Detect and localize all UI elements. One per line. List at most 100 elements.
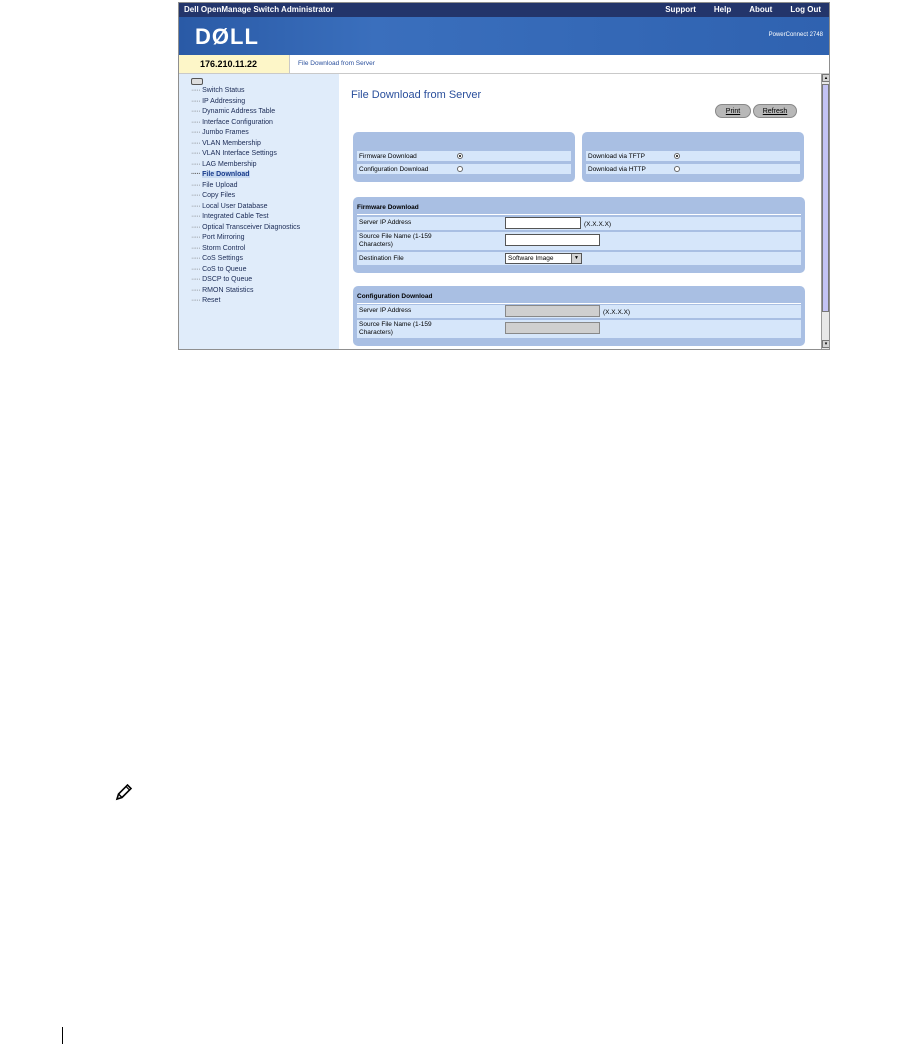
tree-connector: ····· xyxy=(191,297,201,304)
sidebar-item[interactable]: ····· Integrated Cable Test xyxy=(191,212,300,223)
sidebar-item[interactable]: ····· RMON Statistics xyxy=(191,286,300,297)
sidebar-item[interactable]: ····· Storm Control xyxy=(191,244,300,255)
destination-file-select[interactable]: Software Image ▼ xyxy=(505,253,582,264)
firmware-heading-rule xyxy=(357,214,801,215)
tree-connector: ····· xyxy=(191,286,201,294)
sidebar-item[interactable]: ····· CoS Settings xyxy=(191,254,300,265)
firmware-download-radio[interactable] xyxy=(457,153,463,159)
sidebar-item-label: Port Mirroring xyxy=(202,234,245,241)
brand-banner: DØLL PowerConnect 2748 xyxy=(179,17,829,55)
tree-connector: ····· xyxy=(191,97,201,105)
sidebar-item-label: LAG Membership xyxy=(202,160,257,168)
sidebar-item-label: Integrated Cable Test xyxy=(202,213,269,220)
sidebar-item[interactable]: ····· File Upload xyxy=(191,181,300,192)
sidebar-item-label: IP Addressing xyxy=(202,97,246,105)
page-margin-rule xyxy=(62,1027,63,1044)
sidebar-item[interactable]: ····· Local User Database xyxy=(191,202,300,213)
tree-connector: ····· xyxy=(191,202,201,210)
tree-connector: ····· xyxy=(191,129,201,136)
support-link[interactable]: Support xyxy=(665,5,696,14)
chevron-down-icon[interactable]: ▼ xyxy=(571,254,581,263)
sidebar-item-label: File Upload xyxy=(202,181,238,189)
sidebar-tree: ····· Switch Status ····· IP Addressing ··… xyxy=(179,74,339,349)
tree: ····· Switch Status ····· IP Addressing ··… xyxy=(191,78,300,307)
tree-root-icon[interactable] xyxy=(191,78,203,85)
help-link[interactable]: Help xyxy=(714,5,731,14)
firmware-server-ip-input[interactable] xyxy=(505,217,581,229)
tree-connector: ····· xyxy=(191,181,201,189)
sidebar-item-label: Jumbo Frames xyxy=(202,129,249,136)
top-links: Support Help About Log Out xyxy=(665,5,821,14)
sidebar-item[interactable]: ····· Port Mirroring xyxy=(191,233,300,244)
sidebar-item-label: DSCP to Queue xyxy=(202,276,253,283)
sidebar-item-label: Copy Files xyxy=(202,192,236,199)
sidebar-item[interactable]: ····· Copy Files xyxy=(191,191,300,202)
scroll-thumb-vertical[interactable] xyxy=(822,84,829,312)
tree-connector: ····· xyxy=(191,244,201,252)
tree-connector: ····· xyxy=(191,150,201,157)
sidebar-item[interactable]: ····· Interface Configuration xyxy=(191,118,300,129)
tree-connector: ····· xyxy=(191,160,201,168)
configuration-source-file-input xyxy=(505,322,600,334)
sidebar-item[interactable]: ····· Switch Status xyxy=(191,86,300,97)
print-button[interactable]: Print xyxy=(715,104,751,118)
destination-file-value: Software Image xyxy=(508,255,554,262)
breadcrumb: File Download from Server xyxy=(289,55,829,74)
sidebar-item-label: VLAN Membership xyxy=(202,139,261,147)
tree-connector: ····· xyxy=(191,255,201,262)
configuration-ip-hint: (X.X.X.X) xyxy=(603,309,631,316)
tree-connector: ····· xyxy=(191,223,201,231)
ip-address: 176.210.11.22 xyxy=(200,59,258,69)
configuration-download-panel: Configuration Download Server IP Address… xyxy=(353,286,805,346)
configuration-source-label-2: Characters) xyxy=(359,329,393,336)
app-window: Dell OpenManage Switch Administrator Sup… xyxy=(178,2,830,350)
sidebar-item[interactable]: ····· LAG Membership xyxy=(191,160,300,171)
sidebar-item[interactable]: ····· Reset xyxy=(191,296,300,307)
download-http-label: Download via HTTP xyxy=(588,166,646,173)
pencil-note-icon xyxy=(115,783,133,801)
firmware-ip-hint: (X.X.X.X) xyxy=(584,221,612,228)
sidebar-item-label: Reset xyxy=(202,297,221,304)
configuration-download-label: Configuration Download xyxy=(359,166,429,173)
firmware-download-label: Firmware Download xyxy=(359,153,417,160)
download-via-panel: Download via TFTP Download via HTTP xyxy=(582,132,804,182)
sidebar-item[interactable]: ····· Jumbo Frames xyxy=(191,128,300,139)
sidebar-item[interactable]: ····· VLAN Membership xyxy=(191,139,300,150)
scroll-down-icon[interactable]: ▾ xyxy=(822,340,829,348)
logout-link[interactable]: Log Out xyxy=(790,5,821,14)
firmware-source-label-2: Characters) xyxy=(359,241,393,248)
vertical-scrollbar[interactable]: ▴ ▾ xyxy=(821,74,829,349)
tree-connector: ····· xyxy=(191,171,201,178)
sidebar-item[interactable]: ····· Dynamic Address Table xyxy=(191,107,300,118)
configuration-server-ip-input xyxy=(505,305,600,317)
sidebar-item[interactable]: ····· File Download xyxy=(191,170,300,181)
sidebar-item[interactable]: ····· VLAN Interface Settings xyxy=(191,149,300,160)
about-link[interactable]: About xyxy=(749,5,772,14)
app-title: Dell OpenManage Switch Administrator xyxy=(184,5,334,14)
tree-connector: ····· xyxy=(191,276,201,283)
firmware-source-label-1: Source File Name (1-159 xyxy=(359,233,432,240)
breadcrumb-text: File Download from Server xyxy=(298,60,375,67)
configuration-server-ip-label: Server IP Address xyxy=(359,307,412,314)
firmware-heading: Firmware Download xyxy=(357,204,419,211)
sidebar-item[interactable]: ····· Optical Transceiver Diagnostics xyxy=(191,223,300,234)
scroll-up-icon[interactable]: ▴ xyxy=(822,74,829,82)
download-http-radio[interactable] xyxy=(674,166,680,172)
configuration-download-radio[interactable] xyxy=(457,166,463,172)
download-tftp-radio[interactable] xyxy=(674,153,680,159)
sidebar-item-label: File Download xyxy=(202,171,250,178)
sidebar-item[interactable]: ····· DSCP to Queue xyxy=(191,275,300,286)
sidebar-item-label: Dynamic Address Table xyxy=(202,108,276,115)
ip-address-box: 176.210.11.22 xyxy=(179,55,289,74)
tree-connector: ····· xyxy=(191,108,201,115)
tree-connector: ····· xyxy=(191,265,201,273)
sidebar-item[interactable]: ····· CoS to Queue xyxy=(191,265,300,276)
sidebar-item-label: VLAN Interface Settings xyxy=(202,150,277,157)
sidebar-item-label: Storm Control xyxy=(202,244,246,252)
sidebar-item-label: Local User Database xyxy=(202,202,268,210)
sidebar-item[interactable]: ····· IP Addressing xyxy=(191,97,300,108)
sidebar-item-label: CoS to Queue xyxy=(202,265,247,273)
top-menu-bar: Dell OpenManage Switch Administrator Sup… xyxy=(179,3,829,17)
firmware-source-file-input[interactable] xyxy=(505,234,600,246)
refresh-button[interactable]: Refresh xyxy=(753,104,797,118)
